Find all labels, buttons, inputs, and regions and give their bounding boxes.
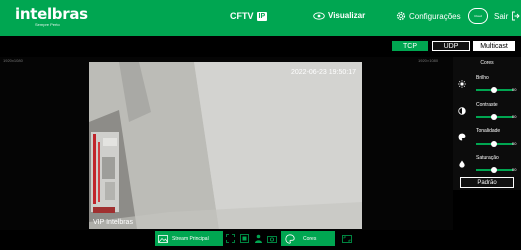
nav-configuracoes[interactable]: Configurações: [396, 11, 461, 21]
nav-visualizar[interactable]: Visualizar: [313, 11, 365, 20]
tonalidade-slider-knob[interactable]: [491, 141, 497, 147]
fit-screen-icon[interactable]: [223, 231, 237, 246]
product-title: CFTV IP: [230, 11, 268, 21]
logo-tagline: Sempre Perto: [35, 22, 60, 27]
nav-sair-label: Sair: [494, 11, 509, 21]
logout-icon: [511, 11, 520, 21]
resolution-label-left: 1920x1080: [3, 58, 23, 63]
product-name: CFTV: [230, 11, 254, 21]
brilho-slider[interactable]: [476, 87, 513, 93]
saturacao-value: 50: [512, 167, 517, 172]
saturacao-slider[interactable]: [476, 167, 513, 173]
brilho-value: 50: [512, 87, 517, 92]
resolution-label-right: 1920×1080: [418, 58, 439, 63]
nav-configuracoes-label: Configurações: [409, 11, 461, 21]
protocol-tcp-button[interactable]: TCP: [392, 41, 428, 51]
cloud-icon: Cloud: [468, 8, 488, 24]
stream-principal-label: Stream Principal: [172, 235, 209, 242]
video-timestamp: 2022-06-23 19:50:17: [291, 69, 356, 76]
contraste-slider[interactable]: [476, 114, 513, 120]
person-icon[interactable]: [251, 231, 265, 246]
bottom-toolbar: Stream Principal Cores: [155, 231, 385, 246]
zoom-icon[interactable]: [237, 231, 251, 246]
cores-button[interactable]: Cores: [281, 231, 335, 246]
contraste-value: 50: [512, 114, 517, 119]
tonalidade-slider[interactable]: [476, 141, 513, 147]
logo: intelbras Sempre Perto: [15, 6, 88, 27]
top-bar: intelbras Sempre Perto CFTV IP Visualiza…: [0, 0, 521, 36]
sun-icon: [458, 75, 466, 93]
nav-cloud[interactable]: Cloud: [468, 8, 488, 24]
fullscreen-icon[interactable]: [337, 231, 357, 246]
video-channel-name: VIP Intelbras: [93, 219, 133, 226]
saturacao-slider-knob[interactable]: [491, 167, 497, 173]
contraste-slider-knob[interactable]: [491, 114, 497, 120]
droplet-icon: [458, 155, 466, 173]
contrast-icon: [458, 102, 466, 120]
brilho-slider-knob[interactable]: [491, 87, 497, 93]
product-badge: IP: [256, 11, 268, 21]
brilho-label: Brilho: [476, 75, 489, 81]
image-icon: [158, 234, 168, 243]
protocol-multicast-button[interactable]: Multicast: [473, 41, 515, 51]
camera-image: [89, 62, 362, 229]
cloud-label: Cloud: [474, 13, 482, 18]
eye-icon: [313, 11, 325, 20]
palette-icon: [458, 128, 466, 146]
saturacao-label: Saturação: [476, 155, 499, 161]
gear-icon: [396, 11, 406, 21]
nav-visualizar-label: Visualizar: [328, 11, 366, 20]
stream-principal-button[interactable]: Stream Principal: [155, 231, 223, 246]
tonalidade-label: Tonalidade: [476, 128, 501, 134]
video-feed[interactable]: 2022-06-23 19:50:17 VIP Intelbras: [89, 62, 362, 229]
logo-text: intelbras: [15, 5, 88, 23]
protocol-udp-button[interactable]: UDP: [432, 41, 470, 51]
nav-sair[interactable]: Sair: [494, 11, 520, 21]
padrao-button[interactable]: Padrão: [460, 177, 514, 188]
palette-icon: [285, 233, 295, 244]
color-panel: Cores Brilho 50 Contraste 50 Tonalidade …: [453, 57, 521, 190]
contraste-label: Contraste: [476, 102, 498, 108]
panel-title: Cores: [480, 60, 494, 66]
tonalidade-value: 50: [512, 141, 517, 146]
snapshot-icon[interactable]: [265, 231, 279, 246]
cores-label: Cores: [303, 235, 317, 242]
